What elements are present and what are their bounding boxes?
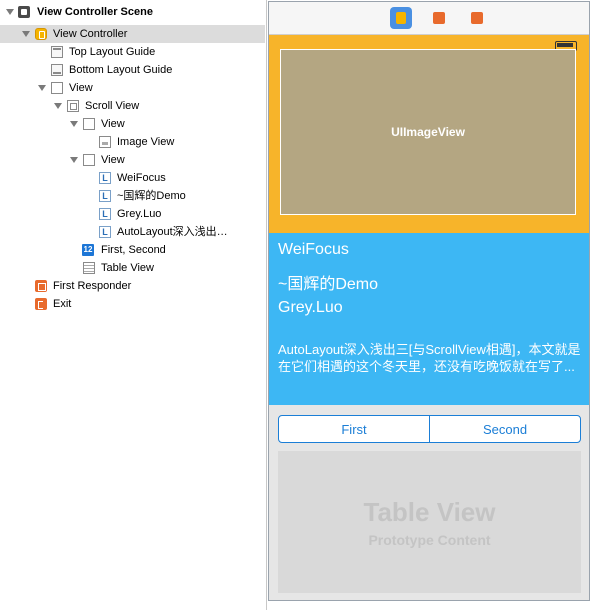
outline-row-label: Bottom Layout Guide bbox=[69, 64, 173, 76]
segmented-control[interactable]: First Second bbox=[278, 415, 581, 443]
scroll-view-icon bbox=[67, 100, 79, 112]
outline-row-view-controller[interactable]: View Controller bbox=[0, 25, 265, 43]
image-view-icon bbox=[99, 136, 111, 148]
outline-row-label: Table View bbox=[101, 262, 154, 274]
table-view-icon bbox=[83, 262, 95, 274]
outline-row-label: AutoLayout深入浅出… bbox=[117, 226, 228, 238]
outline-row-bottom-layout-guide[interactable]: Bottom Layout Guide bbox=[0, 61, 265, 79]
outline-row-label: First Responder bbox=[53, 280, 132, 292]
outline-row-image-view[interactable]: Image View bbox=[0, 133, 265, 151]
labels-container-view[interactable]: WeiFocus ~国辉的Demo Grey.Luo AutoLayout深入浅… bbox=[269, 233, 589, 405]
disclosure-triangle-icon[interactable] bbox=[38, 85, 46, 91]
outline-row-label: ~国辉的Demo bbox=[117, 190, 186, 202]
outline-row-first-responder[interactable]: First Responder bbox=[0, 277, 265, 295]
outline-row-label-grey[interactable]: L Grey.Luo bbox=[0, 205, 265, 223]
outline-row-label-demo[interactable]: L ~国辉的Demo bbox=[0, 187, 265, 205]
first-responder-icon[interactable] bbox=[428, 7, 450, 29]
outline-row-view-controller-scene[interactable]: View Controller Scene bbox=[0, 3, 265, 21]
grey-label[interactable]: Grey.Luo bbox=[278, 299, 343, 317]
exit-icon bbox=[35, 298, 47, 310]
outline-row-view[interactable]: View bbox=[0, 79, 265, 97]
outline-row-top-layout-guide[interactable]: Top Layout Guide bbox=[0, 43, 265, 61]
exit-icon[interactable] bbox=[466, 7, 488, 29]
outline-row-label: WeiFocus bbox=[117, 172, 166, 184]
view-controller-icon[interactable] bbox=[390, 7, 412, 29]
scene-icon bbox=[18, 6, 30, 18]
view-icon bbox=[83, 118, 95, 130]
segment-second[interactable]: Second bbox=[429, 416, 580, 442]
outline-row-view[interactable]: View bbox=[0, 151, 265, 169]
outline-row-table-view[interactable]: Table View bbox=[0, 259, 265, 277]
outline-row-label: View bbox=[101, 118, 125, 130]
table-view-title: Table View bbox=[363, 496, 496, 527]
label-icon: L bbox=[99, 172, 111, 184]
scene-dock bbox=[269, 2, 589, 35]
label-icon: L bbox=[99, 190, 111, 202]
segmented-control-icon: 12 bbox=[82, 244, 94, 256]
label-icon: L bbox=[99, 226, 111, 238]
view-controller-scene[interactable]: UIImageView WeiFocus ~国辉的Demo Grey.Luo A… bbox=[268, 1, 590, 601]
layout-guide-icon bbox=[51, 46, 63, 58]
outline-row-segmented-control[interactable]: 12 First, Second bbox=[0, 241, 265, 259]
outline-row-label: Grey.Luo bbox=[117, 208, 162, 220]
first-responder-icon bbox=[35, 280, 47, 292]
outline-row-label-autolayout[interactable]: L AutoLayout深入浅出… bbox=[0, 223, 265, 241]
weifocus-label[interactable]: WeiFocus bbox=[278, 241, 349, 259]
document-outline: View Controller Scene View Controller To… bbox=[0, 0, 265, 610]
label-icon: L bbox=[99, 208, 111, 220]
view-icon bbox=[51, 82, 63, 94]
layout-guide-icon bbox=[51, 64, 63, 76]
outline-row-label: Top Layout Guide bbox=[69, 46, 156, 58]
outline-row-label: First, Second bbox=[101, 244, 166, 256]
outline-row-view[interactable]: View bbox=[0, 115, 265, 133]
image-view-label: UIImageView bbox=[391, 125, 465, 139]
disclosure-triangle-icon[interactable] bbox=[22, 31, 30, 37]
header-container-view[interactable]: UIImageView bbox=[269, 35, 589, 233]
outline-row-label: Exit bbox=[53, 298, 72, 310]
outline-row-label-weifocus[interactable]: L WeiFocus bbox=[0, 169, 265, 187]
outline-row-label: View Controller bbox=[53, 28, 128, 40]
disclosure-triangle-icon[interactable] bbox=[6, 9, 14, 15]
segment-first[interactable]: First bbox=[279, 416, 429, 442]
outline-row-label: View bbox=[69, 82, 93, 94]
outline-row-label: View bbox=[101, 154, 125, 166]
disclosure-triangle-icon[interactable] bbox=[70, 157, 78, 163]
table-view-subtitle: Prototype Content bbox=[368, 531, 491, 548]
view-controller-icon bbox=[35, 28, 47, 40]
disclosure-triangle-icon[interactable] bbox=[54, 103, 62, 109]
outline-row-label: Image View bbox=[117, 136, 175, 148]
autolayout-paragraph-label[interactable]: AutoLayout深入浅出三[与ScrollView相遇]，本文就是在它们相遇… bbox=[278, 341, 584, 375]
outline-row-label: View Controller Scene bbox=[37, 6, 153, 18]
table-view[interactable]: Table View Prototype Content bbox=[278, 451, 581, 593]
storyboard-canvas[interactable]: UIImageView WeiFocus ~国辉的Demo Grey.Luo A… bbox=[267, 0, 607, 610]
outline-row-label: Scroll View bbox=[85, 100, 140, 112]
demo-label[interactable]: ~国辉的Demo bbox=[278, 270, 378, 294]
outline-row-exit[interactable]: Exit bbox=[0, 295, 265, 313]
image-view[interactable]: UIImageView bbox=[280, 49, 576, 215]
outline-row-scroll-view[interactable]: Scroll View bbox=[0, 97, 265, 115]
view-icon bbox=[83, 154, 95, 166]
disclosure-triangle-icon[interactable] bbox=[70, 121, 78, 127]
